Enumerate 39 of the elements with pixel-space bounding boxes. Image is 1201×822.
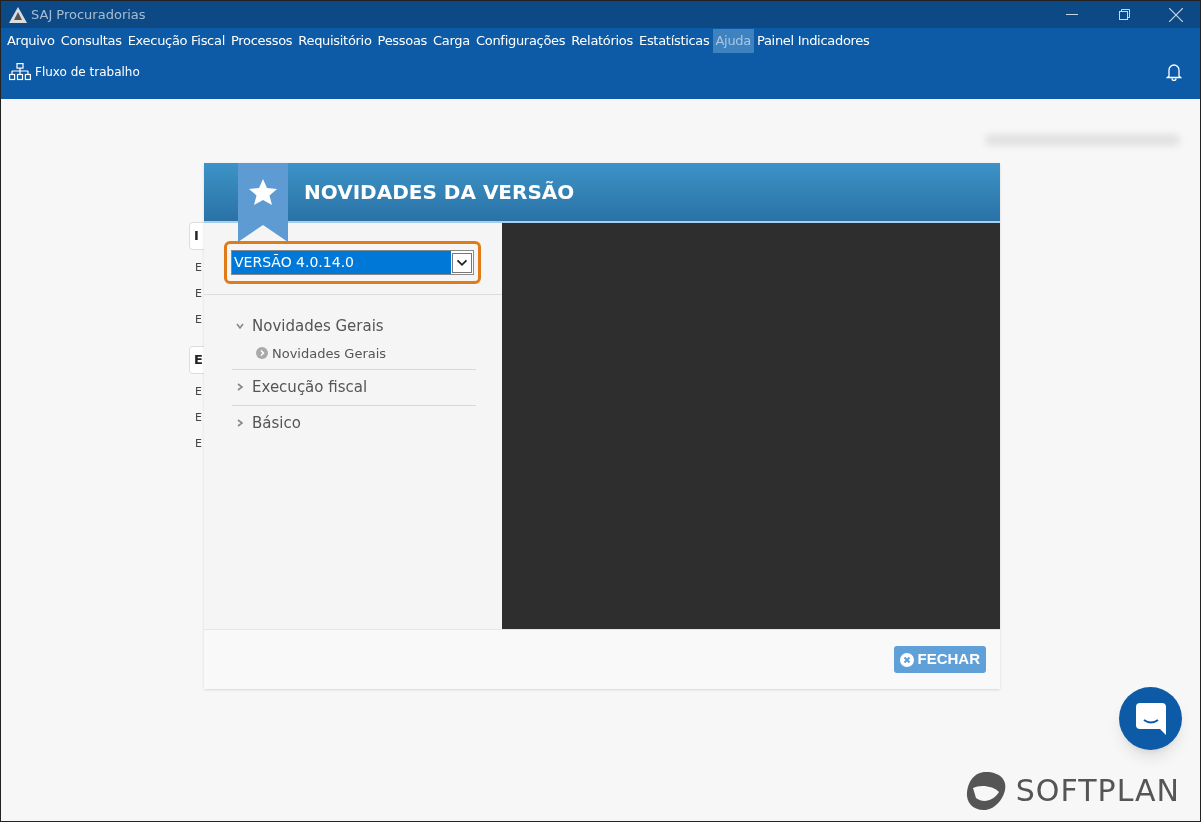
chevron-right-icon [236, 418, 244, 427]
menu-item[interactable]: Arquivo [4, 28, 58, 53]
workflow-button[interactable]: Fluxo de trabalho [9, 63, 140, 81]
tree-item[interactable]: Novidades Gerais [232, 309, 476, 344]
card-item: E [195, 384, 202, 400]
app-logo-icon [9, 6, 27, 23]
tree-subitem[interactable]: Novidades Gerais [232, 343, 476, 369]
hierarchy-icon [9, 63, 31, 81]
card-item: E [195, 260, 202, 276]
tree-item[interactable]: Básico [232, 405, 476, 440]
arrow-circle-icon [256, 347, 268, 360]
menu-item[interactable]: Estatísticas [636, 28, 713, 53]
menu-item[interactable]: Pessoas [374, 28, 431, 53]
menu-item[interactable]: Consultas [57, 28, 125, 53]
menu-item[interactable]: Processos [227, 28, 296, 53]
card-item: E [195, 410, 202, 426]
tree-item[interactable]: Execução fiscal [232, 370, 476, 405]
card-item: E [195, 436, 202, 452]
menu-item[interactable]: Configurações [473, 28, 569, 53]
brand-name: SOFTPLAN [1015, 772, 1180, 810]
menu-item[interactable]: Execução Fiscal [124, 28, 228, 53]
chevron-down-icon [452, 252, 472, 273]
dialog-title: NOVIDADES DA VERSÃO [304, 179, 575, 206]
restore-button[interactable] [1116, 6, 1132, 23]
close-circle-icon [899, 652, 914, 667]
chevron-right-icon [236, 383, 244, 392]
notification-bell-icon[interactable] [1166, 63, 1182, 81]
menu-item[interactable]: Painel Indicadores [754, 28, 873, 53]
menu-item[interactable]: Carga [430, 28, 473, 53]
menu-item[interactable]: Relatórios [568, 28, 636, 53]
window-title: SAJ Procuradorias [31, 5, 146, 24]
version-select[interactable]: VERSÃO 4.0.14.0 [231, 250, 474, 275]
chevron-down-icon [236, 322, 244, 331]
menu-item[interactable]: Requisitório [295, 28, 375, 53]
close-button[interactable] [1168, 6, 1184, 23]
card-item: E [195, 286, 202, 302]
chat-icon [1135, 702, 1166, 735]
chat-button[interactable] [1119, 687, 1182, 750]
card-item: E [195, 312, 202, 328]
